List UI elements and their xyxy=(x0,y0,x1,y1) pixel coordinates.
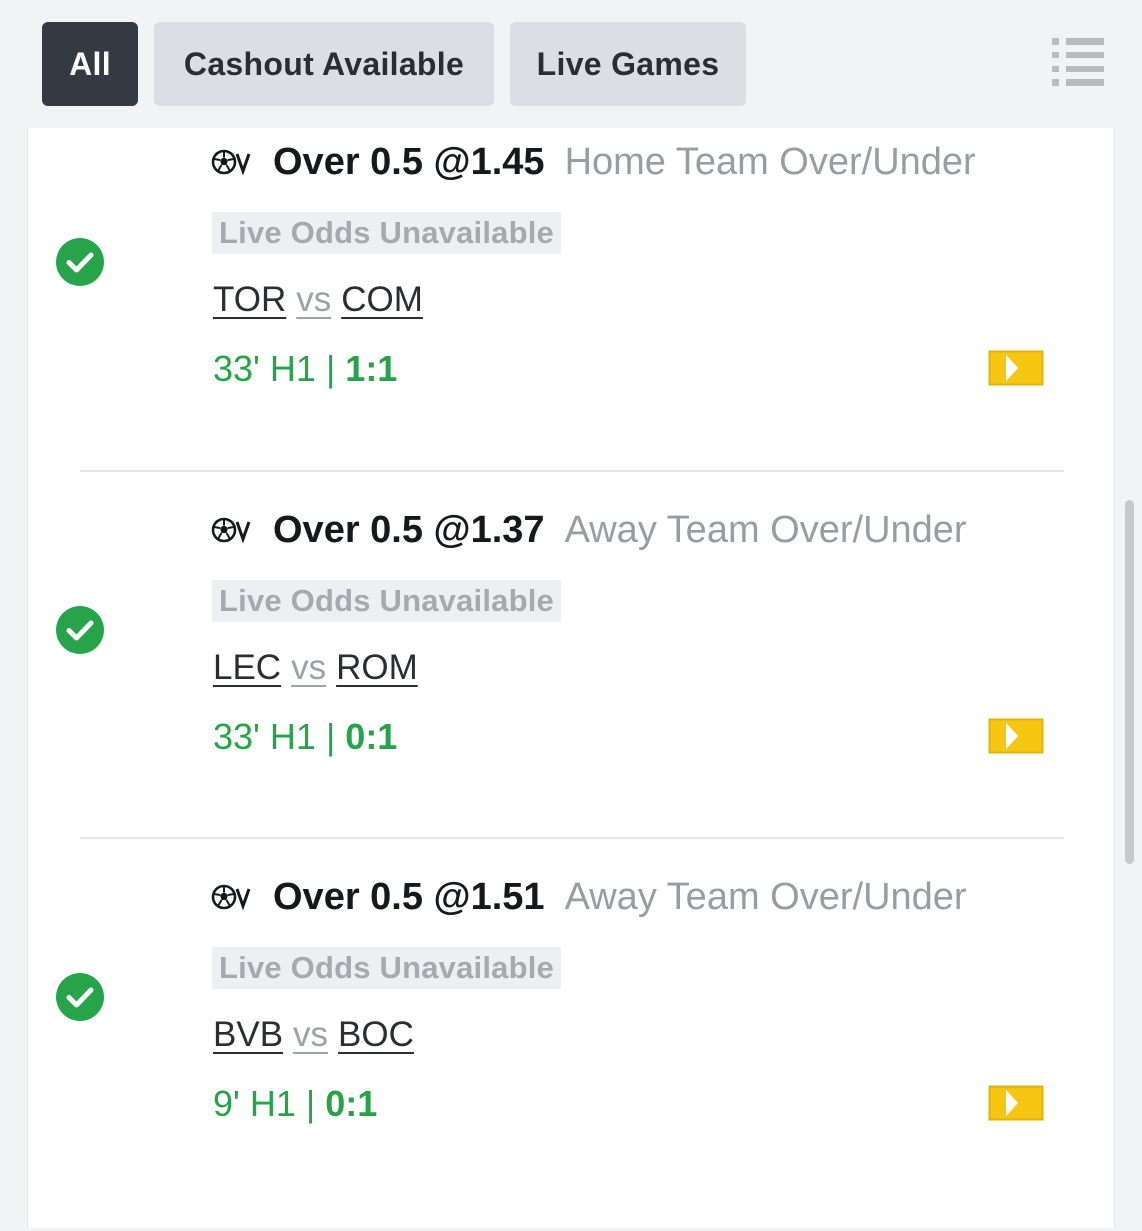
live-match-status: 9' H1 | 0:1 xyxy=(213,1083,377,1125)
filter-cashout-button[interactable]: Cashout Available xyxy=(154,22,494,106)
home-team: TOR xyxy=(213,280,287,319)
home-team: LEC xyxy=(213,648,282,687)
match-teams-link[interactable]: TOR vs COM xyxy=(213,280,423,320)
away-team: ROM xyxy=(336,648,418,687)
match-score: 0:1 xyxy=(345,716,398,757)
check-circle-icon xyxy=(56,606,104,654)
bet-title-row: Over 0.5 @1.51 Away Team Over/Under xyxy=(211,873,967,921)
list-view-icon[interactable] xyxy=(1050,36,1106,88)
soccer-virtual-icon xyxy=(211,149,251,176)
market-label: Away Team Over/Under xyxy=(564,875,967,918)
selection-label: Over 0.5 @1.51 xyxy=(273,875,545,918)
selection-label: Over 0.5 @1.45 xyxy=(273,140,545,183)
match-score: 1:1 xyxy=(345,348,398,389)
away-team: BOC xyxy=(338,1015,414,1054)
odds-status-badge: Live Odds Unavailable xyxy=(212,947,561,989)
away-team: COM xyxy=(341,280,423,319)
market-label: Home Team Over/Under xyxy=(564,140,976,183)
match-clock: 33' H1 | xyxy=(213,716,346,757)
home-team: BVB xyxy=(213,1015,284,1054)
live-match-status: 33' H1 | 0:1 xyxy=(213,716,397,758)
match-clock: 9' H1 | xyxy=(213,1083,326,1124)
divider xyxy=(80,837,1064,839)
filter-all-button[interactable]: All xyxy=(42,22,138,106)
live-stream-icon[interactable] xyxy=(988,718,1044,754)
selection-label: Over 0.5 @1.37 xyxy=(273,508,545,551)
match-score: 0:1 xyxy=(325,1083,378,1124)
vs-label: vs xyxy=(293,1015,329,1054)
check-circle-icon xyxy=(56,238,104,286)
scrollbar[interactable] xyxy=(1125,500,1134,864)
vs-label: vs xyxy=(291,648,327,687)
bet-item: Over 0.5 @1.45 Home Team Over/Under Live… xyxy=(28,128,1116,496)
vs-label: vs xyxy=(296,280,332,319)
soccer-virtual-icon xyxy=(211,884,251,911)
match-teams-link[interactable]: BVB vs BOC xyxy=(213,1015,414,1055)
divider xyxy=(80,470,1064,472)
match-teams-link[interactable]: LEC vs ROM xyxy=(213,648,418,688)
odds-status-badge: Live Odds Unavailable xyxy=(212,212,561,254)
soccer-virtual-icon xyxy=(211,517,251,544)
check-circle-icon xyxy=(56,973,104,1021)
filter-bar: All Cashout Available Live Games xyxy=(0,0,1142,128)
market-label: Away Team Over/Under xyxy=(564,508,967,551)
match-clock: 33' H1 | xyxy=(213,348,346,389)
bet-title-row: Over 0.5 @1.37 Away Team Over/Under xyxy=(211,506,967,554)
odds-status-badge: Live Odds Unavailable xyxy=(212,580,561,622)
filter-live-games-button[interactable]: Live Games xyxy=(510,22,746,106)
live-stream-icon[interactable] xyxy=(988,1085,1044,1121)
live-match-status: 33' H1 | 1:1 xyxy=(213,348,397,390)
bet-item: Over 0.5 @1.37 Away Team Over/Under Live… xyxy=(28,496,1116,864)
bet-item: Over 0.5 @1.51 Away Team Over/Under Live… xyxy=(28,863,1116,1231)
bet-list-card: Over 0.5 @1.45 Home Team Over/Under Live… xyxy=(27,128,1115,1228)
live-stream-icon[interactable] xyxy=(988,350,1044,386)
bet-title-row: Over 0.5 @1.45 Home Team Over/Under xyxy=(211,138,976,186)
